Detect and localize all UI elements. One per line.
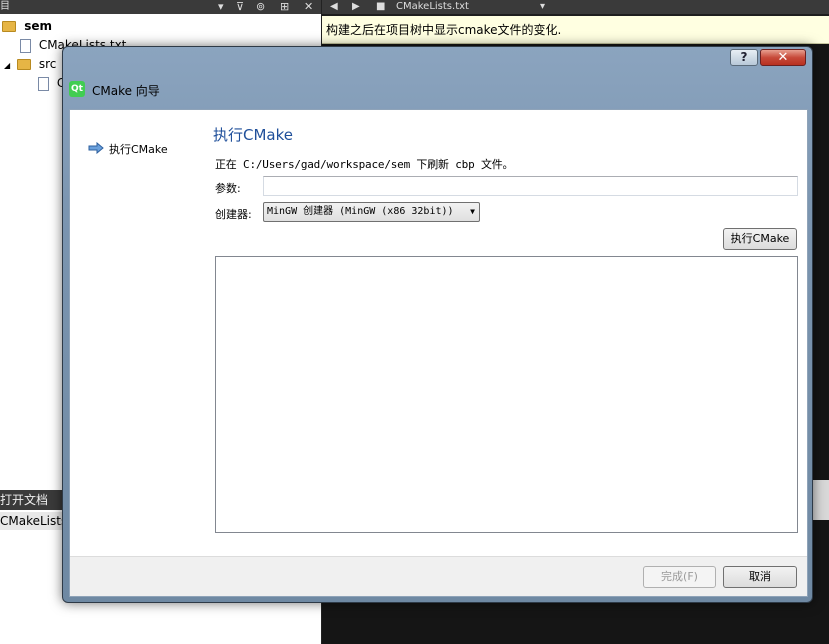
- dropdown-icon[interactable]: ▾: [218, 0, 224, 14]
- current-step-arrow-icon: [88, 142, 104, 154]
- folder-icon: [2, 21, 16, 32]
- help-button[interactable]: ?: [730, 49, 758, 66]
- forward-icon[interactable]: ▶: [352, 0, 360, 14]
- info-bar: 构建之后在项目树中显示cmake文件的变化.: [322, 16, 829, 44]
- editor-tab-title[interactable]: CMakeLists.txt: [396, 0, 469, 14]
- tree-item-src[interactable]: ◢ src: [4, 55, 56, 74]
- expand-arrow-icon[interactable]: ◢: [4, 61, 10, 70]
- tree-item-project[interactable]: sem: [2, 17, 52, 36]
- right-edge-scrollbar[interactable]: [813, 480, 829, 520]
- lock-icon: ■: [376, 1, 386, 12]
- back-icon[interactable]: ◀: [330, 0, 338, 14]
- project-panel-title: 目: [0, 1, 10, 12]
- wizard-body: 执行CMake 执行CMake 正在 C:/Users/gad/workspac…: [69, 109, 808, 597]
- open-documents-title: 打开文档: [0, 493, 49, 507]
- close-button[interactable]: ✕: [760, 49, 806, 66]
- file-icon: [38, 76, 49, 91]
- page-title: 执行CMake: [213, 126, 293, 144]
- run-cmake-button[interactable]: 执行CMake: [723, 228, 797, 250]
- project-panel-toolbar: 目 ▾ ⊽ ⊚ ⊞ ✕: [0, 0, 322, 14]
- cmake-wizard-dialog: Qt CMake 向导 ? ✕ 执行CMake 执行CMake 正在 C:/Us…: [62, 46, 813, 603]
- arguments-label: 参数:: [215, 182, 241, 195]
- split-icon[interactable]: ⊞: [280, 0, 289, 14]
- dialog-footer: 完成(F) 取消: [70, 556, 807, 596]
- tab-dropdown-icon[interactable]: ▾: [540, 0, 545, 14]
- generator-select[interactable]: MinGW 创建器 (MinGW (x86 32bit)) ▼: [263, 202, 480, 222]
- cancel-button[interactable]: 取消: [723, 566, 797, 588]
- status-text: 正在 C:/Users/gad/workspace/sem 下刷新 cbp 文件…: [215, 158, 514, 171]
- cmake-output[interactable]: [215, 256, 798, 533]
- sidebar-step-run-cmake: 执行CMake: [109, 143, 168, 156]
- link-icon[interactable]: ⊚: [256, 0, 265, 14]
- close-panel-icon[interactable]: ✕: [304, 0, 313, 14]
- file-icon: [20, 38, 31, 53]
- chevron-down-icon: ▼: [470, 207, 475, 216]
- folder-icon: [16, 59, 31, 70]
- generator-value: MinGW 创建器 (MinGW (x86 32bit)): [267, 206, 454, 217]
- finish-button: 完成(F): [643, 566, 716, 588]
- editor-tab-bar: ◀ ▶ ■ CMakeLists.txt ▾: [322, 0, 829, 14]
- qt-logo-icon: Qt: [69, 81, 85, 97]
- arguments-input[interactable]: [263, 176, 798, 196]
- filter-icon[interactable]: ⊽: [236, 0, 244, 14]
- dialog-title: CMake 向导: [92, 84, 160, 98]
- generator-label: 创建器:: [215, 208, 252, 221]
